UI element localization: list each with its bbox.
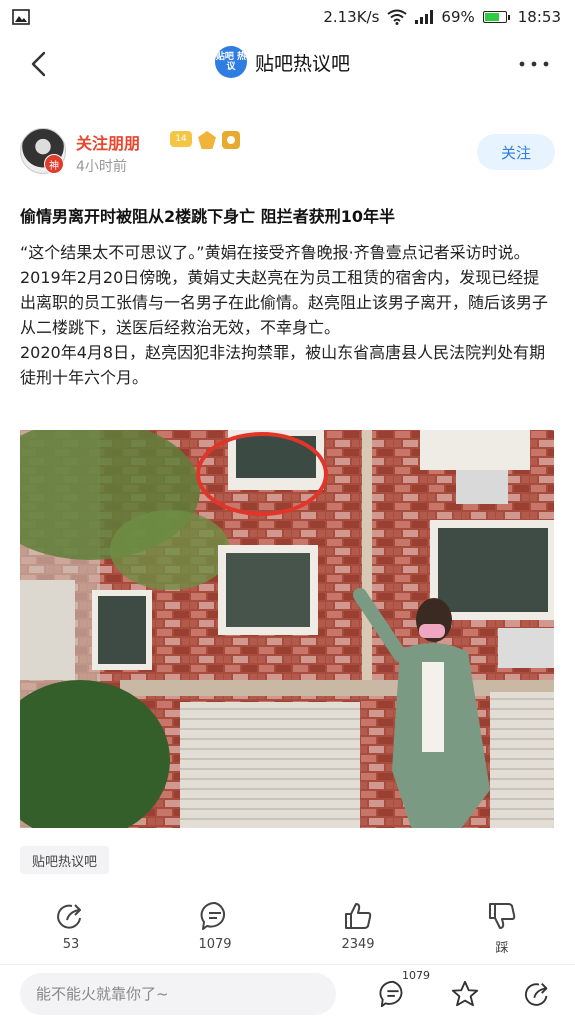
signal-icon bbox=[415, 10, 434, 24]
diamond-badge-icon bbox=[198, 131, 216, 149]
author-row: 神 关注朋朋 14 4小时前 关注 bbox=[20, 124, 555, 182]
post-photo[interactable] bbox=[20, 430, 554, 828]
bottom-bar: 1079 bbox=[0, 964, 575, 1024]
like-count: 2349 bbox=[341, 937, 375, 952]
back-icon[interactable] bbox=[24, 48, 56, 80]
forum-title: 贴吧热议吧 bbox=[255, 52, 351, 75]
battery-percent: 69% bbox=[441, 8, 475, 26]
like-action[interactable]: 2349 bbox=[318, 900, 398, 952]
dislike-label: 踩 bbox=[495, 941, 509, 956]
building-photo bbox=[20, 430, 554, 828]
comment-count: 1079 bbox=[198, 937, 232, 952]
status-bar: 2.13K/s 69% 18:53 bbox=[0, 0, 575, 34]
clock: 18:53 bbox=[517, 8, 561, 26]
forum-logo: 贴吧 热议 bbox=[215, 46, 247, 78]
post-time: 4小时前 bbox=[76, 159, 127, 175]
author-badges: 14 bbox=[170, 131, 240, 149]
level-badge-icon: 14 bbox=[170, 131, 192, 147]
share-icon bbox=[57, 904, 81, 929]
post-paragraph: 2020年4月8日，赵亮因犯非法拘禁罪，被山东省高唐县人民法院判处有期徒刑十年六… bbox=[20, 343, 546, 387]
forum-header[interactable]: 贴吧 热议 贴吧热议吧 bbox=[215, 46, 350, 78]
post-title: 偷情男离开时被阻从2楼跳下身亡 阻拦者获刑10年半 bbox=[20, 207, 395, 226]
network-speed: 2.13K/s bbox=[323, 8, 380, 26]
author-name[interactable]: 关注朋朋 bbox=[76, 130, 140, 154]
post-paragraph: “这个结果太不可思议了。”黄娟在接受齐鲁晚报·齐鲁壹点记者采访时说。2019年2… bbox=[20, 243, 549, 337]
share-action[interactable]: 53 bbox=[31, 900, 111, 952]
share-icon[interactable] bbox=[523, 979, 553, 1009]
more-icon[interactable] bbox=[517, 56, 551, 72]
nav-bar: 贴吧 热议 贴吧热议吧 bbox=[0, 36, 575, 94]
forum-tag[interactable]: 贴吧热议吧 bbox=[20, 846, 110, 874]
comment-input[interactable] bbox=[20, 973, 336, 1015]
avatar-badge: 神 bbox=[44, 154, 64, 174]
dislike-action[interactable]: 踩 bbox=[462, 900, 542, 956]
share-count: 53 bbox=[62, 937, 80, 952]
action-row: 53 1079 2349 踩 bbox=[0, 900, 575, 962]
wifi-icon bbox=[387, 9, 408, 25]
star-icon[interactable] bbox=[450, 979, 480, 1009]
member-badge-icon bbox=[222, 131, 240, 149]
thumbs-down-icon bbox=[489, 903, 516, 929]
battery-icon bbox=[482, 11, 510, 23]
image-icon bbox=[12, 9, 30, 25]
comment-action[interactable]: 1079 bbox=[175, 900, 255, 952]
thumbs-up-icon bbox=[345, 903, 372, 929]
follow-button[interactable]: 关注 bbox=[477, 134, 555, 170]
comment-icon bbox=[200, 901, 226, 930]
comment-icon[interactable] bbox=[378, 979, 408, 1009]
post-content: “这个结果太不可思议了。”黄娟在接受齐鲁晚报·齐鲁壹点记者采访时说。2019年2… bbox=[20, 240, 555, 390]
